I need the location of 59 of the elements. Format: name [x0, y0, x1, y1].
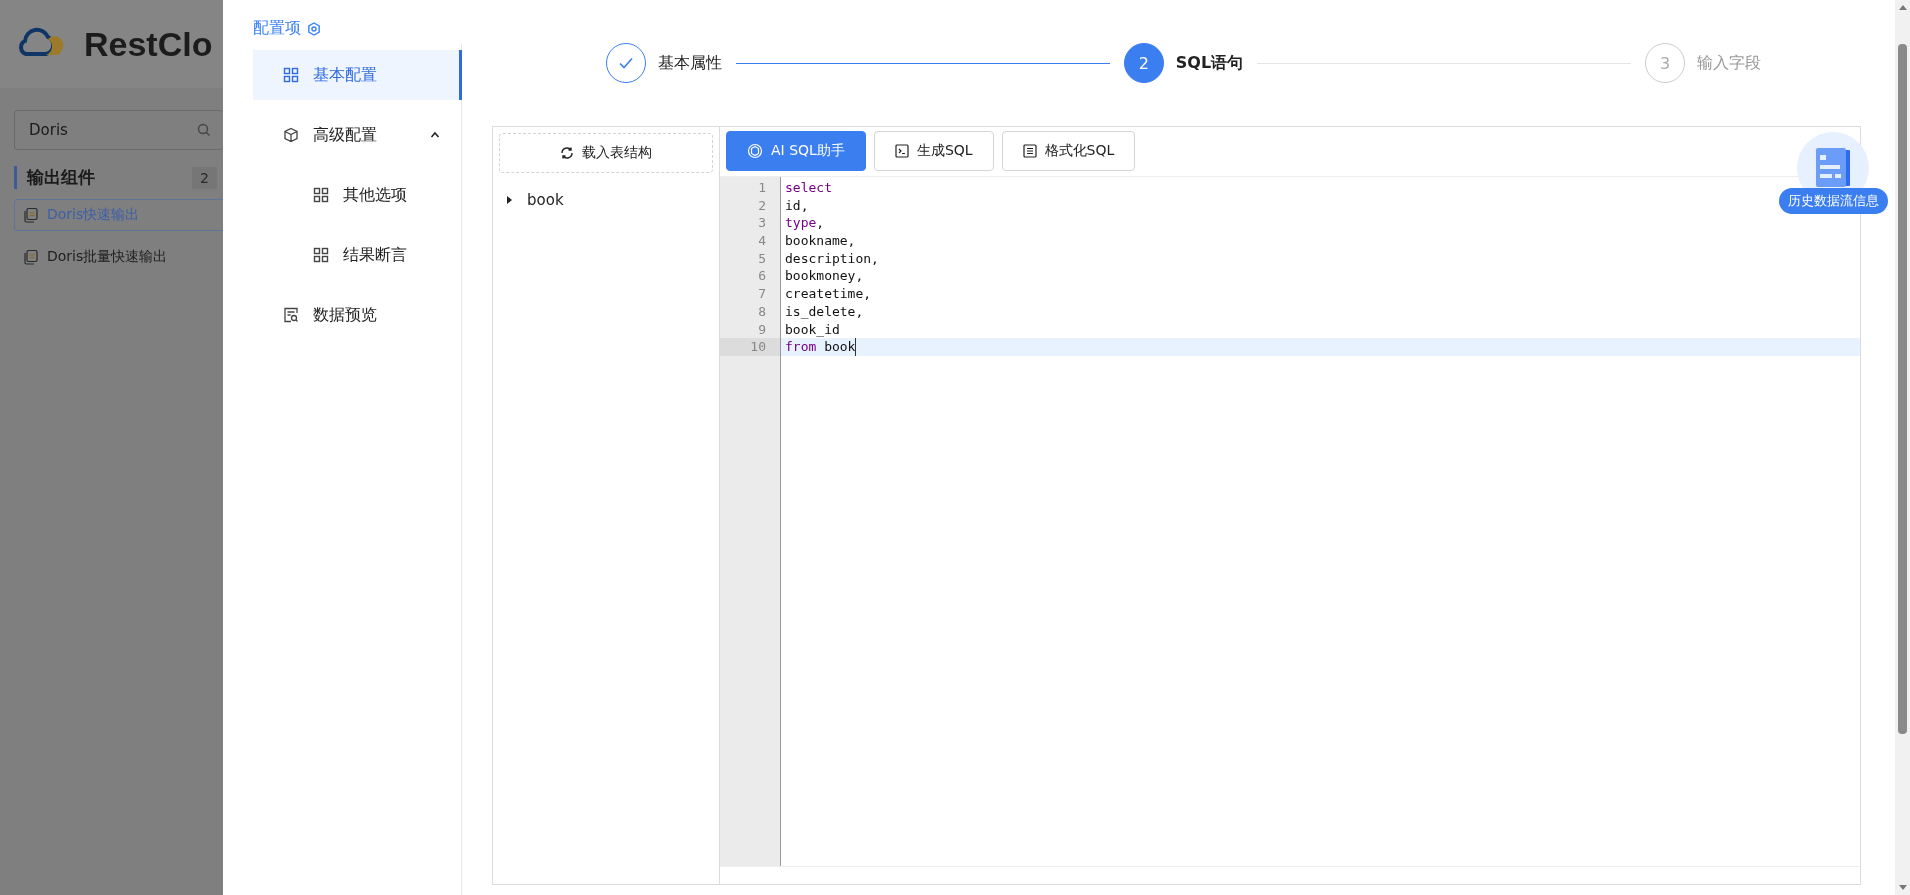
menu-item[interactable]: 高级配置: [253, 110, 462, 160]
ai-icon: [747, 143, 763, 159]
settings-icon: [307, 21, 321, 36]
document-stack-icon: [1814, 147, 1852, 189]
code-line: bookmoney,: [785, 267, 865, 286]
menu-title: 配置项: [253, 18, 301, 39]
component-item[interactable]: Doris批量快速输出: [14, 241, 223, 273]
code-line: id,: [785, 196, 810, 215]
line-number: 1: [757, 179, 767, 197]
grid-icon: [313, 187, 329, 203]
search-icon: [197, 123, 211, 137]
list-icon: [1022, 144, 1037, 158]
code-line: type,: [785, 214, 826, 233]
toolbar-button[interactable]: 生成SQL: [873, 131, 994, 171]
grid-icon: [283, 67, 299, 83]
toolbar-button[interactable]: 格式化SQL: [1001, 131, 1136, 171]
menu-item[interactable]: 数据预览: [253, 290, 462, 340]
code-line: select: [785, 179, 833, 197]
code-line: description,: [785, 249, 880, 268]
cube-icon: [283, 127, 299, 143]
terminal-icon: [894, 144, 909, 158]
code-line: bookname,: [785, 232, 857, 250]
grid-icon: [313, 247, 329, 263]
refresh-icon: [560, 146, 574, 160]
step-label: 基本属性: [658, 52, 722, 74]
toolbar-button[interactable]: AI SQL助手: [726, 131, 866, 171]
tree-item[interactable]: book: [527, 191, 564, 209]
menu-item[interactable]: 其他选项: [253, 170, 462, 220]
code-line: createtime,: [785, 285, 873, 303]
code-line: book_id: [785, 320, 841, 339]
code-line: from book: [785, 338, 857, 356]
menu-item[interactable]: 结果断言: [253, 230, 462, 280]
code-line: is_delete,: [785, 302, 865, 321]
history-button[interactable]: 历史数据流信息: [1778, 188, 1888, 214]
line-number: 4: [757, 232, 767, 250]
step-indicator: 2: [1123, 43, 1164, 83]
scrollbar[interactable]: [1895, 0, 1910, 895]
count-badge: 2: [192, 166, 217, 189]
line-number: 9: [757, 320, 767, 339]
step-label: 输入字段: [1697, 52, 1761, 74]
scroll-down-icon[interactable]: [1898, 885, 1907, 891]
preview-icon: [283, 307, 299, 323]
logo-text: RestClo: [84, 24, 213, 64]
line-number: 5: [757, 249, 767, 268]
caret-icon[interactable]: [505, 196, 513, 204]
document-icon: [23, 249, 39, 265]
line-number: 2: [757, 196, 767, 215]
step-indicator: 3: [1645, 43, 1685, 83]
document-icon: [23, 207, 39, 223]
section-title: 输出组件: [27, 166, 95, 189]
scroll-up-icon[interactable]: [1898, 4, 1907, 10]
step-label: SQL语句: [1175, 52, 1244, 74]
line-number: 8: [757, 302, 767, 321]
line-number: 7: [757, 285, 767, 303]
line-number: 3: [757, 214, 767, 233]
menu-item[interactable]: 基本配置: [253, 50, 462, 100]
line-number: 6: [757, 267, 767, 286]
load-table-button[interactable]: 载入表结构: [499, 133, 713, 173]
line-number: 10: [720, 338, 780, 356]
